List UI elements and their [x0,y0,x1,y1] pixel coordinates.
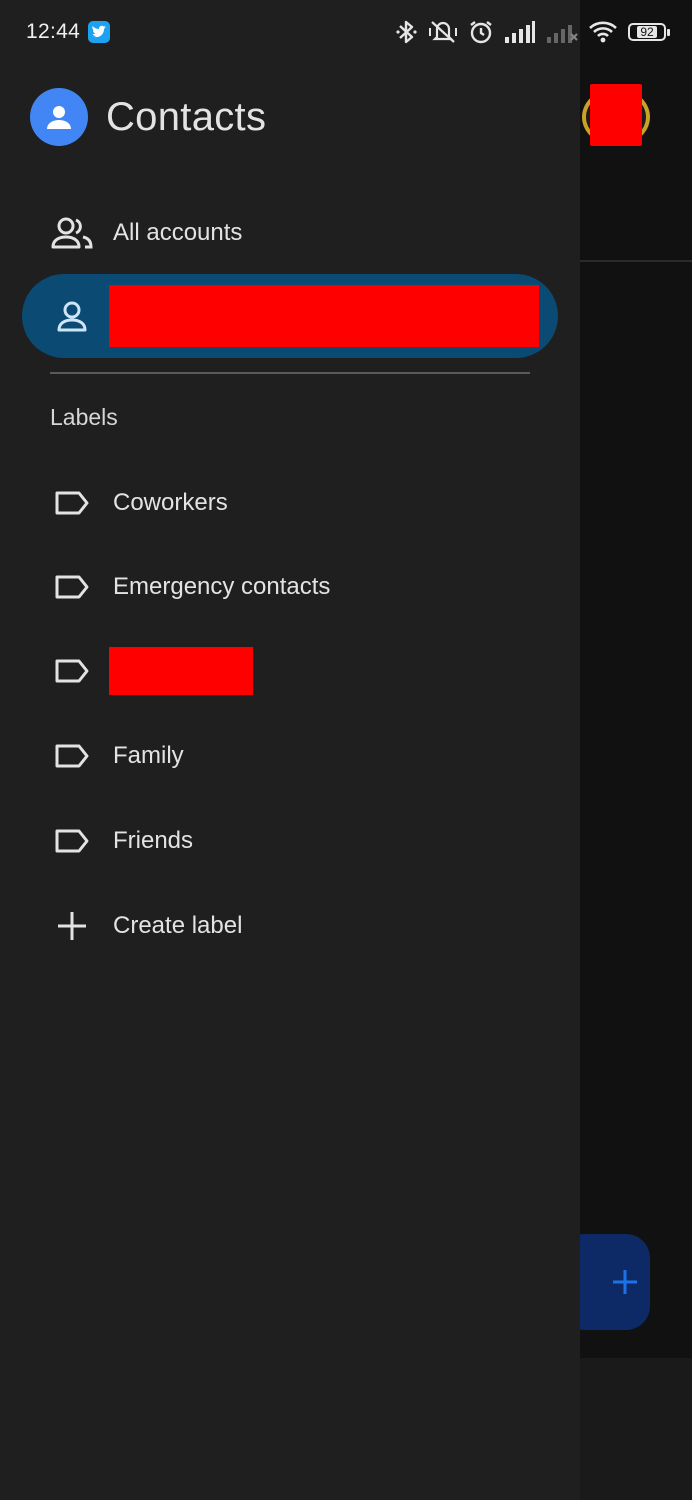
signal-icon [505,21,535,43]
app-title: Contacts [106,94,267,139]
label-outline-icon [48,817,96,865]
label-item-redacted[interactable] [22,629,558,713]
background-divider [580,260,692,262]
label-outline-icon [48,479,96,527]
clock: 12:44 [26,20,81,43]
label-item-family[interactable]: Family [22,714,558,798]
label-item-emergency-contacts[interactable]: Emergency contacts [22,545,558,629]
create-label-text: Create label [113,912,243,939]
label-name: Friends [113,827,194,854]
account-avatar[interactable] [582,84,650,146]
plus-icon [48,902,96,950]
selected-account-item[interactable] [22,274,558,358]
label-name: Coworkers [113,489,228,516]
drawer-divider [50,372,530,374]
people-icon [48,209,96,257]
redacted-account-email [109,285,539,347]
label-name: Emergency contacts [113,573,331,600]
redacted-label-name [109,647,253,695]
redacted-avatar [590,84,642,146]
battery-level: 92 [637,26,657,38]
battery-icon: 92 [628,23,670,41]
person-icon [48,292,96,340]
drawer-header: Contacts [30,88,266,146]
label-outline-icon [48,563,96,611]
wifi-icon [589,21,617,43]
create-label-item[interactable]: Create label [22,884,558,968]
vibrate-off-icon [429,21,457,43]
bluetooth-icon [396,20,417,44]
plus-icon [613,1270,637,1294]
navigation-drawer: Contacts All accounts Labels Coworkers E… [0,0,580,1500]
status-bar: 12:44 92 [0,0,692,64]
label-outline-icon [48,647,96,695]
twitter-notification-icon [88,21,111,43]
label-item-coworkers[interactable]: Coworkers [22,461,558,545]
contacts-logo-icon [30,88,88,146]
labels-heading: Labels [50,404,118,430]
all-accounts-label: All accounts [113,219,243,246]
signal-no-service-icon [547,25,578,43]
label-outline-icon [48,732,96,780]
background-bottom-bar [580,1358,692,1500]
label-name: Family [113,742,184,769]
all-accounts-item[interactable]: All accounts [22,191,558,275]
label-item-friends[interactable]: Friends [22,799,558,883]
alarm-icon [470,21,492,44]
